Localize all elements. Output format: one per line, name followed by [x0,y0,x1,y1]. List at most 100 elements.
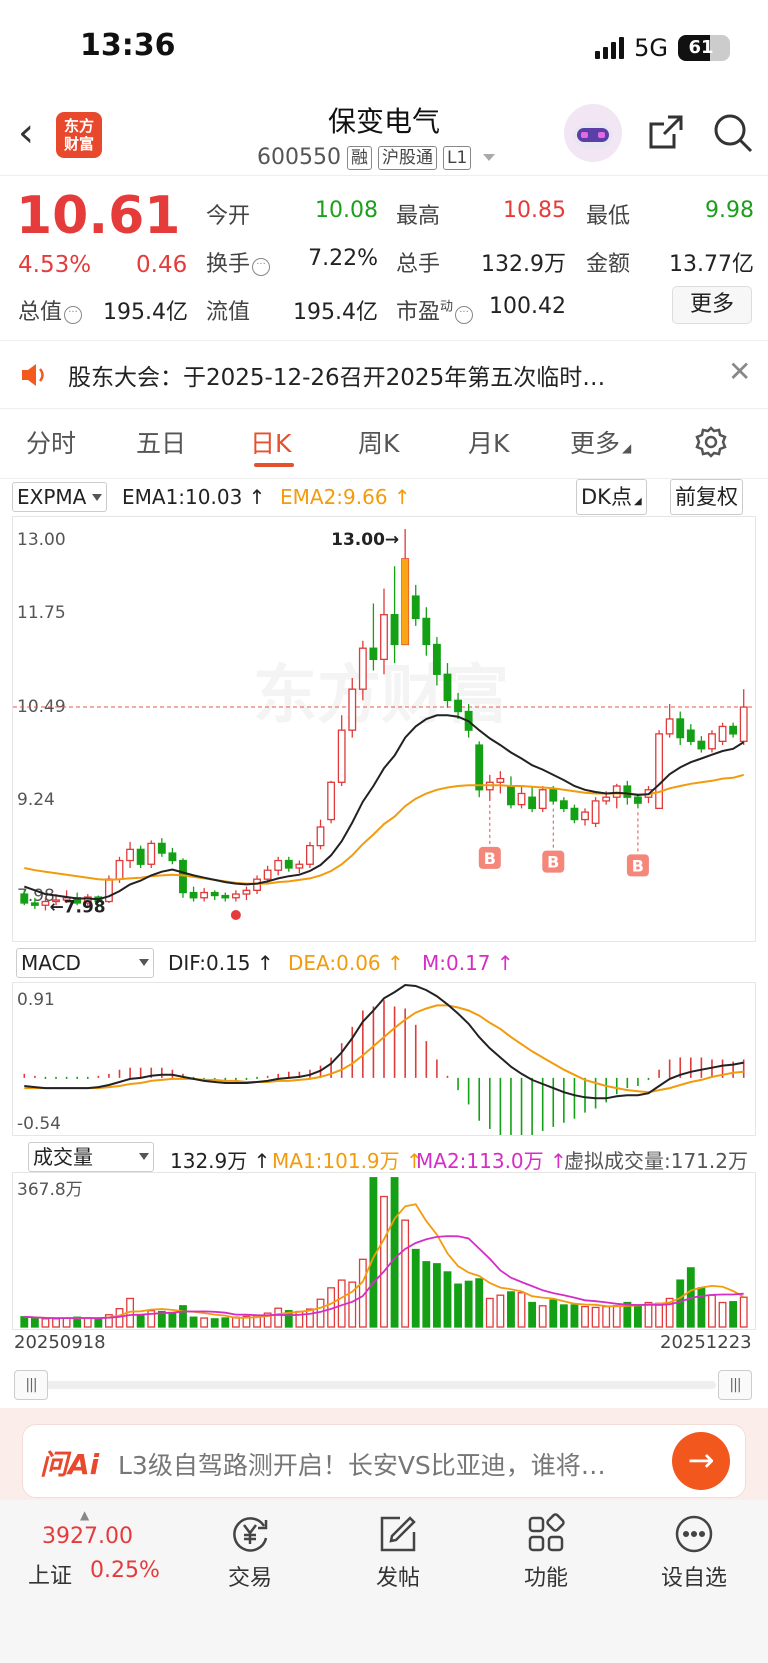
min-price-label: ←7.98 [49,897,105,917]
vol-label: 132.9万 ↑ [170,1149,271,1173]
stock-code-row[interactable]: 600550 融 沪股通 L1 [257,145,496,170]
candle-down [676,718,685,739]
candle-down [454,699,462,713]
caret-up-icon[interactable]: ▲ [80,1508,89,1522]
volume-bar-up [306,1308,314,1328]
info-icon[interactable]: ··· [64,306,83,324]
candle-up [602,796,611,802]
macd-select[interactable]: MACD [16,948,154,978]
tab-intraday[interactable]: 分时 [26,424,76,460]
dots-icon [629,1508,759,1560]
nav-functions[interactable]: 功能 [481,1508,611,1592]
pe-label: 市盈动 ··· [396,294,474,326]
candle-down [729,725,738,735]
high-value: 10.85 [503,198,566,223]
tab-five-day[interactable]: 五日 [136,424,186,460]
volume-bar-down [570,1304,579,1328]
arrow-right-icon[interactable]: → [672,1432,730,1490]
market-cap-label: 总值 ··· [18,294,83,326]
volume-bar-up [496,1294,505,1328]
candle-up [665,718,674,735]
y-tick-label: 11.75 [17,603,66,623]
candle-down [443,673,452,702]
index-percent[interactable]: 0.25% [90,1558,160,1583]
float-cap-label: 流值 [206,300,251,325]
candle-down [475,744,484,791]
volume-chart[interactable]: 367.8万 [12,1172,756,1330]
nav-trade[interactable]: 交易 [185,1508,315,1592]
candle-down [422,617,431,646]
vol-ma1-label: MA1:101.9万 ↑ [272,1149,423,1173]
volume-bar-down [549,1299,558,1328]
buy-marker-label: B [484,849,496,868]
volume-bar-up [655,1302,664,1328]
info-icon[interactable]: ··· [252,258,271,276]
more-button[interactable]: 更多 [672,286,752,324]
kline-chart[interactable]: 东方财富 13.00 11.75 10.49 9.24 7.98 13.00→ ←7.98 B B… [12,516,756,942]
nav-add-watchlist[interactable]: 设自选 [629,1508,759,1592]
candle-up [358,647,367,690]
divider [0,175,768,176]
caret-down-icon[interactable] [483,154,496,161]
candle-up [708,733,716,750]
candle-down [686,729,695,742]
share-icon[interactable] [646,112,686,156]
y-tick-label: 13.00 [17,530,66,550]
tab-weekly-k[interactable]: 周K [358,424,399,460]
volume-bar-down [20,1316,29,1328]
speaker-icon [20,362,50,392]
volume-bar-up [52,1318,60,1328]
close-icon[interactable]: ✕ [728,355,751,388]
range-handle-right[interactable]: ||| [718,1370,752,1400]
candle-up [115,859,124,880]
candle-up [200,891,209,899]
tab-monthly-k[interactable]: 月K [468,424,509,460]
candle-down [20,893,29,904]
yen-icon [185,1508,315,1560]
y-tick-label: 9.24 [17,790,55,810]
ask-ai-text[interactable]: L3级自驾路测开启！长安VS比亚迪，谁将… [118,1446,606,1482]
candle-up [591,800,600,824]
candle-up [41,900,50,906]
candle-down [136,848,145,865]
candle-down [189,891,198,899]
vol-ma2-label: MA2:113.0万 ↑ [416,1149,567,1173]
index-value[interactable]: 3927.00 [42,1524,133,1549]
adjust-button[interactable]: 前复权 [670,479,743,515]
battery-icon: 61 [678,35,730,61]
dk-point-button[interactable]: DK点 ◢ [576,479,647,515]
nav-post[interactable]: 发帖 [333,1508,463,1592]
volume-bar-up [718,1301,727,1328]
macd-chart[interactable]: 0.91 -0.54 [12,982,756,1138]
range-slider-track[interactable] [44,1381,716,1389]
candle-up [337,729,346,783]
volume-bar-down [30,1317,39,1328]
index-name[interactable]: 上证 [28,1558,72,1590]
tab-daily-k[interactable]: 日K [250,424,291,460]
amount-value: 13.77亿 [669,252,754,277]
info-icon[interactable]: ··· [455,306,474,324]
volume-select[interactable]: 成交量 [28,1142,154,1172]
candle-down [221,894,230,899]
volume-bar-up [581,1305,589,1328]
volume-bar-up [62,1317,71,1328]
ai-robot-avatar[interactable] [564,104,622,162]
main-indicator-select[interactable]: EXPMA [12,482,108,512]
volume-bar-down [179,1305,187,1328]
candle-up [316,826,325,847]
volume-bar-up [83,1317,92,1328]
buy-marker-label: B [632,856,644,875]
candle-up [147,842,156,865]
y-tick-label: 0.91 [17,990,55,1010]
notice-text[interactable]: 股东大会：于2025-12-26召开2025年第五次临时… [68,358,605,392]
gear-icon[interactable] [694,425,728,463]
nav-functions-label: 功能 [523,1566,568,1591]
tag-margin: 融 [346,145,372,170]
divider [0,478,768,479]
tab-more[interactable]: 更多 ◢ [570,424,631,460]
search-icon[interactable] [712,112,754,158]
range-handle-left[interactable]: ||| [14,1370,48,1400]
max-price-label: 13.00→ [331,530,399,550]
battery-level: 61 [688,37,714,58]
limit-up-candle [401,558,409,645]
